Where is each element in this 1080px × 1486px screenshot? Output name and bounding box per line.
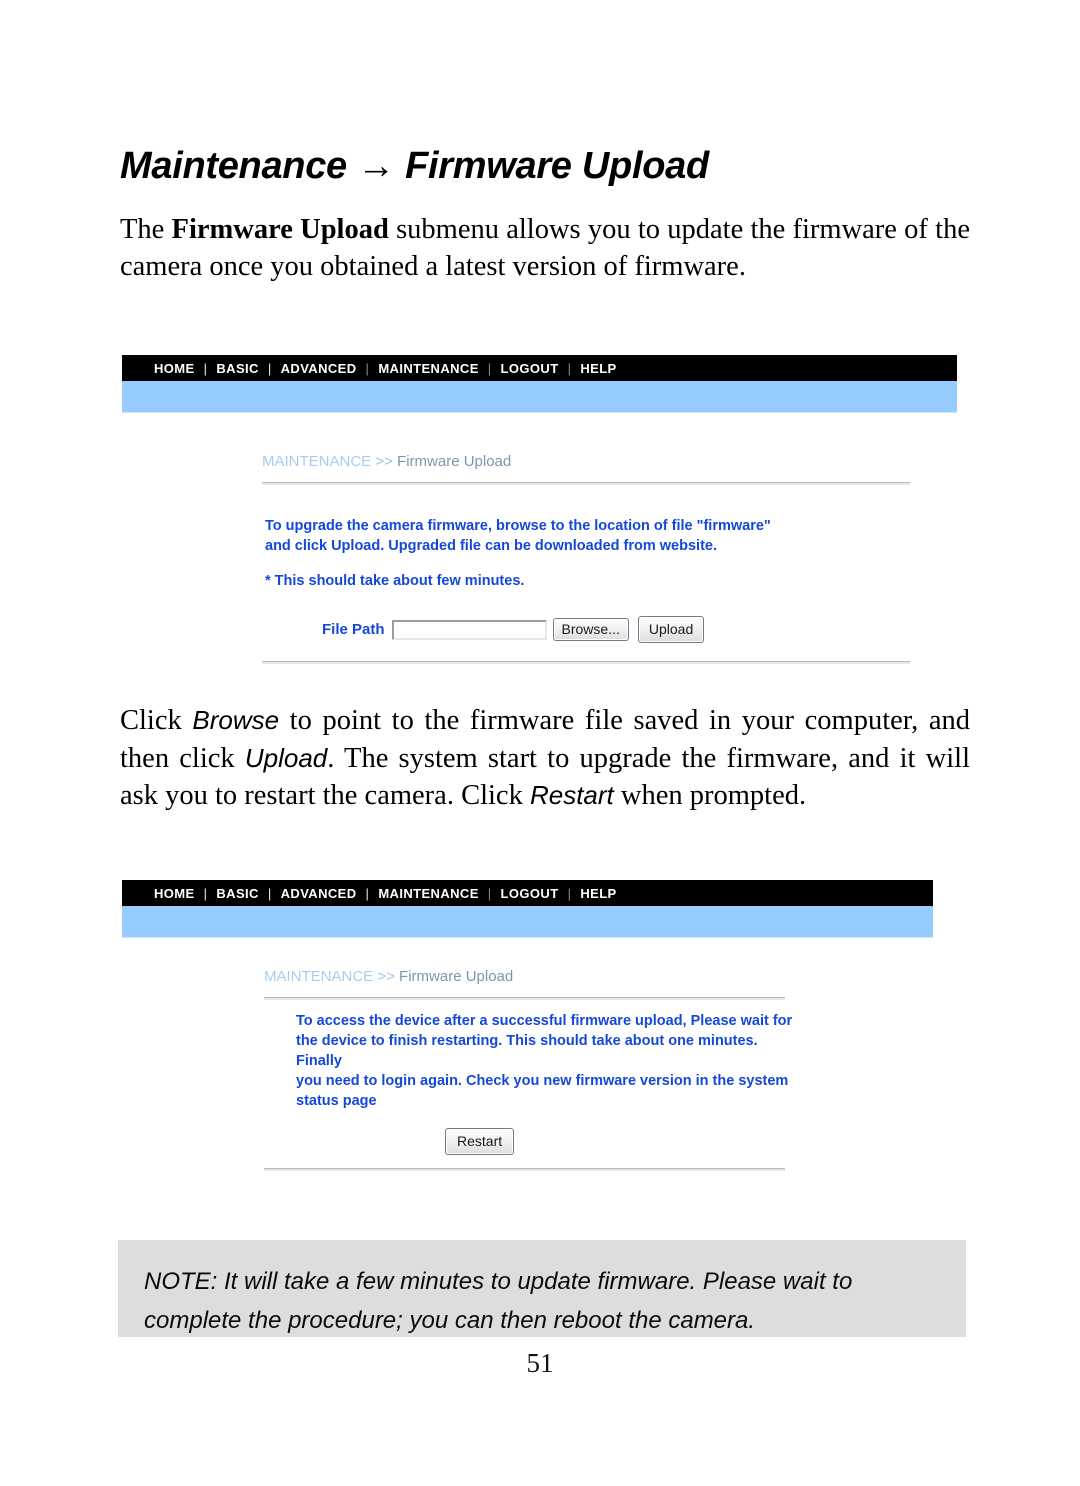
mid-emphasis-restart: Restart	[529, 780, 614, 810]
upload-button[interactable]: Upload	[637, 616, 705, 643]
nav-separator-icon: |	[487, 360, 492, 376]
nav-separator-icon: |	[365, 885, 370, 901]
web-ui-content-restart: MAINTENANCE >> Firmware Upload To access…	[122, 938, 933, 1180]
restart-button[interactable]: Restart	[445, 1128, 515, 1155]
breadcrumb-current-page: Firmware Upload	[399, 968, 514, 985]
nav-item-advanced[interactable]: ADVANCED	[281, 361, 357, 376]
file-path-label: File Path	[322, 621, 385, 638]
file-path-input[interactable]	[391, 619, 547, 640]
page-title: Maintenance → Firmware Upload	[120, 145, 709, 187]
nav-separator-icon: |	[365, 360, 370, 376]
nav-separator-icon: |	[203, 885, 208, 901]
breadcrumb-section[interactable]: MAINTENANCE	[264, 968, 373, 985]
note-body: It will take a few minutes to update fir…	[144, 1268, 853, 1334]
web-ui-navbar: HOME | BASIC | ADVANCED | MAINTENANCE | …	[122, 880, 933, 906]
intro-paragraph: The Firmware Upload submenu allows you t…	[120, 212, 970, 285]
web-ui-navbar: HOME | BASIC | ADVANCED | MAINTENANCE | …	[122, 355, 957, 381]
screenshot-firmware-restart: HOME | BASIC | ADVANCED | MAINTENANCE | …	[122, 880, 933, 1180]
nav-item-basic[interactable]: BASIC	[216, 886, 258, 901]
restart-message-line4: status page	[296, 1093, 377, 1109]
nav-item-home[interactable]: HOME	[154, 361, 195, 376]
restart-message-line2: the device to finish restarting. This sh…	[296, 1033, 758, 1069]
mid-text-1: Click	[120, 705, 193, 736]
mid-emphasis-upload: Upload	[244, 742, 328, 773]
breadcrumb: MAINTENANCE >> Firmware Upload	[262, 453, 511, 470]
nav-separator-icon: |	[487, 885, 492, 901]
nav-item-maintenance[interactable]: MAINTENANCE	[378, 361, 478, 376]
nav-separator-icon: |	[203, 360, 208, 376]
web-ui-banner-bar	[122, 381, 957, 413]
screenshot-firmware-upload: HOME | BASIC | ADVANCED | MAINTENANCE | …	[122, 355, 957, 733]
nav-separator-icon: |	[567, 360, 572, 376]
mid-emphasis-browse: Browse	[192, 705, 280, 735]
nav-item-help[interactable]: HELP	[580, 361, 616, 376]
browse-button[interactable]: Browse...	[552, 618, 629, 641]
nav-item-logout[interactable]: LOGOUT	[501, 886, 559, 901]
breadcrumb: MAINTENANCE >> Firmware Upload	[264, 968, 513, 985]
nav-separator-icon: |	[567, 885, 572, 901]
note-label: NOTE:	[144, 1268, 218, 1295]
breadcrumb-separator-icon: >>	[371, 453, 398, 470]
mid-text-4: when prompted.	[613, 780, 807, 811]
breadcrumb-current-page: Firmware Upload	[397, 453, 512, 470]
content-bottom-divider	[262, 661, 910, 664]
intro-text-before: The	[120, 214, 172, 245]
nav-item-logout[interactable]: LOGOUT	[501, 361, 559, 376]
nav-separator-icon: |	[267, 360, 272, 376]
upload-instructions-line2: and click Upload. Upgraded file can be d…	[265, 538, 717, 554]
nav-item-basic[interactable]: BASIC	[216, 361, 258, 376]
nav-item-home[interactable]: HOME	[154, 886, 195, 901]
nav-item-advanced[interactable]: ADVANCED	[281, 886, 357, 901]
upload-time-note: * This should take about few minutes.	[265, 573, 525, 589]
intro-text-bold: Firmware Upload	[171, 214, 389, 245]
restart-message: To access the device after a successful …	[296, 1011, 796, 1111]
page-number: 51	[526, 1348, 554, 1378]
restart-message-line3: you need to login again. Check you new f…	[296, 1073, 789, 1089]
breadcrumb-separator-icon: >>	[373, 968, 400, 985]
content-top-divider	[262, 482, 910, 485]
content-bottom-divider	[264, 1168, 785, 1171]
upload-instructions-line1: To upgrade the camera firmware, browse t…	[265, 518, 771, 534]
middle-paragraph: Click Browse to point to the firmware fi…	[120, 702, 970, 815]
breadcrumb-section[interactable]: MAINTENANCE	[262, 453, 371, 470]
nav-item-help[interactable]: HELP	[580, 886, 616, 901]
note-callout-box: NOTE: It will take a few minutes to upda…	[118, 1240, 966, 1337]
file-path-form-row: File Path Browse... Upload	[322, 616, 705, 643]
note-callout-text: NOTE: It will take a few minutes to upda…	[144, 1262, 940, 1340]
web-ui-banner-bar	[122, 906, 933, 938]
nav-separator-icon: |	[267, 885, 272, 901]
web-ui-content-upload: MAINTENANCE >> Firmware Upload To upgrad…	[122, 413, 957, 733]
upload-instructions: To upgrade the camera firmware, browse t…	[265, 516, 925, 556]
restart-message-line1: To access the device after a successful …	[296, 1013, 793, 1029]
content-top-divider	[264, 997, 785, 1000]
nav-item-maintenance[interactable]: MAINTENANCE	[378, 886, 478, 901]
